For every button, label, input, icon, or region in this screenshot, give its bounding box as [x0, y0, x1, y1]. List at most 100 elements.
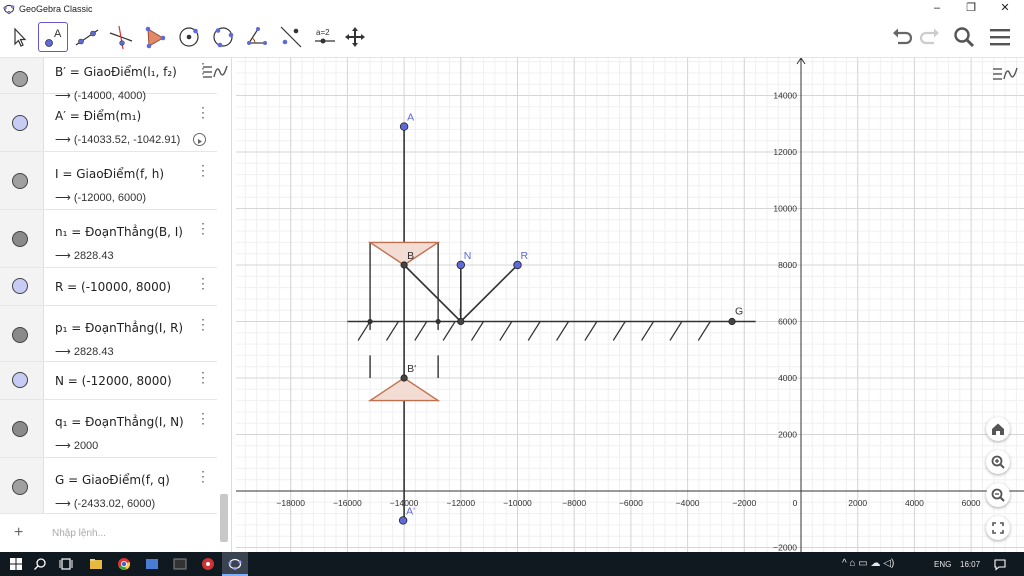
point-B-prime[interactable] [400, 374, 408, 382]
visibility-toggle[interactable] [12, 372, 28, 388]
x-tick-label: 6000 [962, 498, 981, 508]
move-graphics-tool-button[interactable] [340, 22, 370, 52]
zoom-in-button[interactable] [986, 450, 1010, 474]
algebra-definition[interactable]: G = GiaoĐiểm(f, q) [55, 473, 170, 487]
point-A-prime[interactable] [398, 516, 408, 525]
standard-view-button[interactable] [986, 417, 1010, 441]
svg-text:A: A [54, 28, 62, 40]
app-icon[interactable] [144, 556, 160, 572]
perpendicular-line-tool-button[interactable] [106, 22, 136, 52]
algebra-definition[interactable]: B′ = GiaoĐiểm(l₁, f₂) [55, 65, 177, 79]
algebra-style-icon[interactable] [202, 62, 228, 82]
title-bar: GeoGebra Classic – ❐ ✕ [0, 0, 1024, 18]
algebra-definition[interactable]: R = (-10000, 8000) [55, 280, 171, 294]
point-tool-button[interactable]: A [38, 22, 68, 52]
point-label: G [735, 306, 743, 318]
search-icon[interactable] [32, 556, 48, 572]
visibility-toggle[interactable] [12, 327, 28, 343]
graphics-style-icon[interactable] [992, 64, 1018, 84]
point-G[interactable] [728, 317, 736, 326]
reflect-tool-button[interactable] [276, 22, 306, 52]
visibility-toggle[interactable] [12, 71, 28, 87]
visibility-toggle[interactable] [12, 231, 28, 247]
point-B[interactable] [400, 261, 408, 269]
reflect-about-line-icon [280, 26, 302, 48]
redo-button[interactable] [917, 24, 943, 50]
algebra-definition[interactable]: n₁ = ĐoạnThẳng(B, I) [55, 225, 183, 239]
algebra-definition[interactable]: I = GiaoĐiểm(f, h) [55, 167, 164, 181]
windows-start-icon[interactable] [8, 556, 24, 572]
point-icon: A [45, 28, 62, 47]
point-N[interactable] [456, 260, 465, 270]
geogebra-taskbar-button[interactable] [222, 552, 248, 576]
mirror-point[interactable] [367, 318, 373, 325]
visibility-toggle[interactable] [12, 115, 28, 131]
more-options-icon[interactable]: ⋮ [196, 411, 210, 425]
search-button[interactable] [951, 24, 977, 50]
more-options-icon[interactable]: ⋮ [196, 317, 210, 331]
more-options-icon[interactable]: ⋮ [196, 469, 210, 483]
point-R[interactable] [513, 260, 522, 270]
play-animation-button[interactable] [193, 133, 206, 146]
graphics-canvas[interactable]: −18000−16000−14000−12000−10000−8000−6000… [233, 38, 1024, 571]
home-icon [992, 423, 1004, 435]
algebra-item[interactable]: R = (-10000, 8000) ⋮ [0, 268, 217, 306]
undo-button[interactable] [889, 24, 915, 50]
algebra-item[interactable]: n₁ = ĐoạnThẳng(B, I) ⟶ 2828.43 ⋮ [0, 210, 217, 268]
main-menu-button[interactable] [987, 24, 1013, 50]
visibility-toggle[interactable] [12, 479, 28, 495]
chrome-icon[interactable] [116, 556, 132, 572]
algebra-definition[interactable]: N = (-12000, 8000) [55, 374, 172, 388]
algebra-scrollbar[interactable] [220, 494, 228, 542]
algebra-item[interactable]: I = GiaoĐiểm(f, h) ⟶ (-12000, 6000) ⋮ [0, 152, 217, 210]
visibility-toggle[interactable] [12, 278, 28, 294]
angle-tool-button[interactable] [242, 22, 272, 52]
more-options-icon[interactable]: ⋮ [196, 163, 210, 177]
circle-tool-button[interactable] [174, 22, 204, 52]
algebra-item[interactable]: q₁ = ĐoạnThẳng(I, N) ⟶ 2000 ⋮ [0, 400, 217, 458]
move-tool-button[interactable] [4, 22, 34, 52]
notifications-icon[interactable] [992, 556, 1008, 572]
point-I[interactable] [457, 317, 465, 326]
graphics-view[interactable]: −18000−16000−14000−12000−10000−8000−6000… [233, 38, 1024, 571]
y-tick-label: 12000 [773, 147, 797, 157]
fullscreen-button[interactable] [986, 516, 1010, 540]
input-bar[interactable]: + Nhập lệnh... [0, 516, 217, 552]
clock[interactable]: 16:07 [960, 560, 980, 569]
minimize-button[interactable]: – [920, 0, 954, 18]
terminal-icon[interactable] [172, 556, 188, 572]
algebra-item[interactable]: A′ = Điểm(m₁) ⟶ (-14033.52, -1042.91) ⋮ [0, 94, 217, 152]
y-tick-label: 6000 [778, 317, 797, 327]
circle-three-points-tool-button[interactable] [208, 22, 238, 52]
algebra-item[interactable]: p₁ = ĐoạnThẳng(I, R) ⟶ 2828.43 ⋮ [0, 306, 217, 362]
more-options-icon[interactable]: ⋮ [196, 276, 210, 290]
system-tray-icons[interactable]: ^ ⌂ ▭ ☁ ◁) [842, 558, 894, 569]
file-explorer-icon[interactable] [88, 556, 104, 572]
visibility-toggle[interactable] [12, 173, 28, 189]
algebra-item[interactable]: G = GiaoĐiểm(f, q) ⟶ (-2433.02, 6000) ⋮ [0, 458, 217, 514]
language-indicator[interactable]: ENG [934, 560, 951, 569]
segment-p1-IR[interactable] [460, 264, 519, 323]
mirror-point[interactable] [435, 318, 441, 325]
close-window-button[interactable]: ✕ [988, 0, 1022, 18]
visibility-toggle[interactable] [12, 421, 28, 437]
algebra-item[interactable]: B′ = GiaoĐiểm(l₁, f₂) ⟶ (-14000, 4000) ⋮ [0, 58, 217, 102]
more-options-icon[interactable]: ⋮ [196, 370, 210, 384]
line-tool-button[interactable] [72, 22, 102, 52]
zoom-out-button[interactable] [986, 483, 1010, 507]
polygon-tool-button[interactable] [140, 22, 170, 52]
point-A[interactable] [399, 122, 409, 131]
perpendicular-line-icon [109, 25, 133, 50]
cursor-arrow-icon [14, 27, 27, 47]
algebra-item[interactable]: N = (-12000, 8000) ⋮ [0, 362, 217, 400]
media-player-icon[interactable] [200, 556, 216, 572]
algebra-definition[interactable]: p₁ = ĐoạnThẳng(I, R) [55, 321, 183, 335]
more-options-icon[interactable]: ⋮ [196, 105, 210, 119]
task-view-icon[interactable] [58, 556, 74, 572]
slider-tool-button[interactable]: a=2 [310, 22, 340, 52]
algebra-definition[interactable]: q₁ = ĐoạnThẳng(I, N) [55, 415, 184, 429]
restore-button[interactable]: ❐ [954, 0, 988, 18]
algebra-definition[interactable]: A′ = Điểm(m₁) [55, 109, 141, 123]
more-options-icon[interactable]: ⋮ [196, 221, 210, 235]
segment-n1-BI[interactable] [403, 264, 462, 323]
